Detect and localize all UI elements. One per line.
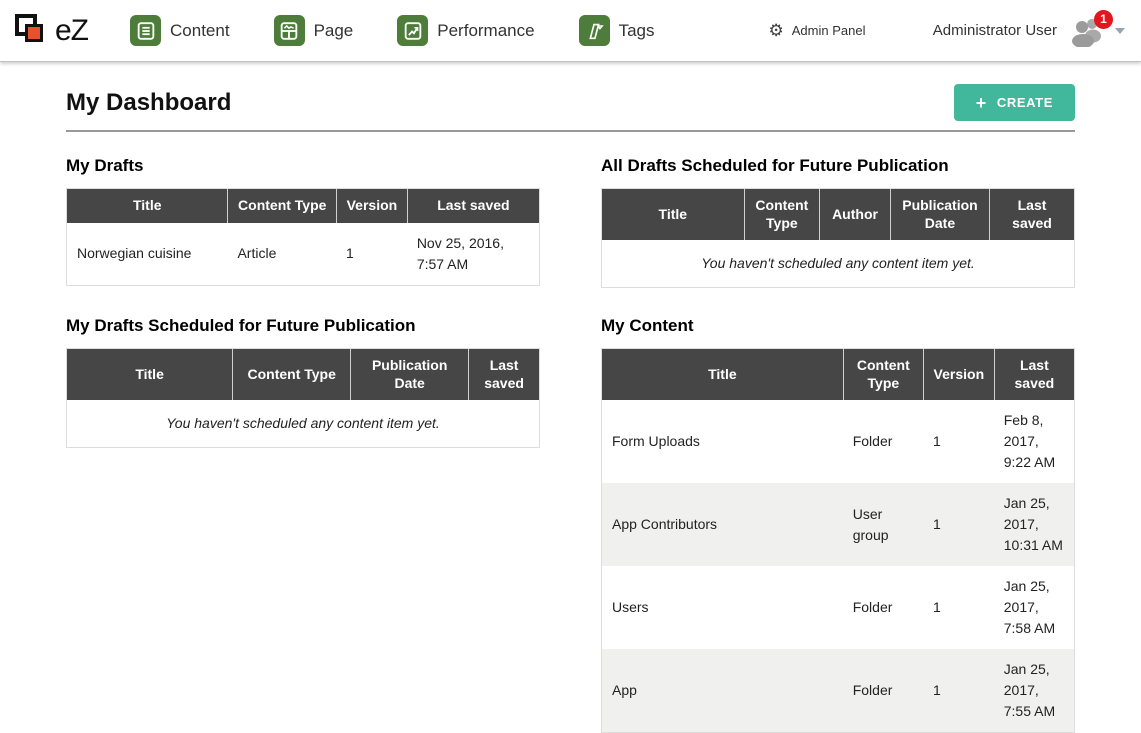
table-cell: Nov 25, 2016, 7:57 AM bbox=[407, 223, 539, 285]
empty-message: You haven't scheduled any content item y… bbox=[67, 400, 539, 447]
page-icon bbox=[274, 15, 305, 46]
column-header: Content Type bbox=[227, 189, 336, 223]
nav-label-performance: Performance bbox=[437, 21, 534, 41]
avatar[interactable]: 1 bbox=[1069, 15, 1105, 47]
column-header: Version bbox=[923, 349, 994, 400]
section-heading: My Drafts Scheduled for Future Publicati… bbox=[66, 316, 540, 336]
table-row[interactable]: AppFolder1Jan 25, 2017, 7:55 AM bbox=[602, 649, 1074, 732]
notification-badge[interactable]: 1 bbox=[1094, 10, 1113, 29]
section-heading: My Drafts bbox=[66, 156, 540, 176]
section-my-content: My Content TitleContent TypeVersionLast … bbox=[601, 316, 1075, 733]
table-cell: App bbox=[602, 649, 843, 732]
column-header: Content Type bbox=[843, 349, 923, 400]
my-content-table: TitleContent TypeVersionLast savedForm U… bbox=[601, 348, 1075, 733]
create-button[interactable]: + CREATE bbox=[954, 84, 1075, 121]
create-button-label: CREATE bbox=[997, 95, 1053, 110]
user-name: Administrator User bbox=[933, 22, 1057, 39]
table-cell: 1 bbox=[336, 223, 407, 285]
nav-label-page: Page bbox=[314, 21, 354, 41]
table-row[interactable]: App ContributorsUser group1Jan 25, 2017,… bbox=[602, 483, 1074, 566]
table-row[interactable]: Form UploadsFolder1Feb 8, 2017, 9:22 AM bbox=[602, 400, 1074, 483]
gear-icon: ⚙ bbox=[769, 22, 784, 39]
column-header: Content Type bbox=[744, 189, 820, 240]
empty-row: You haven't scheduled any content item y… bbox=[602, 240, 1074, 287]
user-menu[interactable]: Administrator User 1 bbox=[933, 15, 1125, 47]
column-header: Last saved bbox=[989, 189, 1074, 240]
admin-panel-menu[interactable]: ⚙ Admin Panel bbox=[769, 22, 866, 39]
table-header-row: TitleContent TypePublication DateLast sa… bbox=[67, 349, 539, 400]
table-cell: Article bbox=[227, 223, 336, 285]
table-cell: Jan 25, 2017, 10:31 AM bbox=[994, 483, 1074, 566]
table-cell: Folder bbox=[843, 400, 923, 483]
column-header: Title bbox=[602, 349, 843, 400]
ez-logo-text: eZ bbox=[55, 14, 88, 48]
nav-label-content: Content bbox=[170, 21, 230, 41]
nav-item-performance[interactable]: Performance bbox=[397, 15, 534, 46]
column-header: Last saved bbox=[468, 349, 539, 400]
table-cell: Jan 25, 2017, 7:55 AM bbox=[994, 649, 1074, 732]
nav-item-page[interactable]: Page bbox=[274, 15, 354, 46]
ez-logo-icon bbox=[14, 12, 51, 49]
all-drafts-scheduled-table: TitleContent TypeAuthorPublication DateL… bbox=[601, 188, 1075, 288]
table-header-row: TitleContent TypeAuthorPublication DateL… bbox=[602, 189, 1074, 240]
page-header: My Dashboard + CREATE bbox=[66, 84, 1075, 132]
column-header: Last saved bbox=[407, 189, 539, 223]
table-header-row: TitleContent TypeVersionLast saved bbox=[67, 189, 539, 223]
content-icon bbox=[130, 15, 161, 46]
column-header: Publication Date bbox=[350, 349, 468, 400]
admin-panel-label: Admin Panel bbox=[792, 23, 866, 38]
table-cell: Form Uploads bbox=[602, 400, 843, 483]
page-title: My Dashboard bbox=[66, 89, 231, 117]
top-bar: eZ Content Pag bbox=[0, 0, 1141, 62]
nav-item-tags[interactable]: Tags bbox=[579, 15, 655, 46]
column-header: Author bbox=[819, 189, 890, 240]
table-cell: Feb 8, 2017, 9:22 AM bbox=[994, 400, 1074, 483]
table-cell: Folder bbox=[843, 649, 923, 732]
table-cell: Jan 25, 2017, 7:58 AM bbox=[994, 566, 1074, 649]
table-cell: 1 bbox=[923, 649, 994, 732]
column-header: Publication Date bbox=[890, 189, 989, 240]
column-header: Version bbox=[336, 189, 407, 223]
my-drafts-table: TitleContent TypeVersionLast savedNorweg… bbox=[66, 188, 540, 286]
main-nav: Content Page Performance bbox=[130, 15, 699, 46]
performance-icon bbox=[397, 15, 428, 46]
nav-label-tags: Tags bbox=[619, 21, 655, 41]
dashboard-main: My Dashboard + CREATE My Drafts TitleCon… bbox=[0, 84, 1141, 733]
empty-row: You haven't scheduled any content item y… bbox=[67, 400, 539, 447]
column-header: Title bbox=[67, 189, 227, 223]
section-heading: All Drafts Scheduled for Future Publicat… bbox=[601, 156, 1075, 176]
table-cell: Users bbox=[602, 566, 843, 649]
column-header: Title bbox=[602, 189, 744, 240]
table-cell: Norwegian cuisine bbox=[67, 223, 227, 285]
table-cell: 1 bbox=[923, 400, 994, 483]
tags-icon bbox=[579, 15, 610, 46]
table-cell: App Contributors bbox=[602, 483, 843, 566]
table-header-row: TitleContent TypeVersionLast saved bbox=[602, 349, 1074, 400]
ez-logo[interactable]: eZ bbox=[14, 12, 88, 49]
table-cell: Folder bbox=[843, 566, 923, 649]
table-row[interactable]: Norwegian cuisineArticle1Nov 25, 2016, 7… bbox=[67, 223, 539, 285]
section-my-drafts-scheduled: My Drafts Scheduled for Future Publicati… bbox=[66, 316, 540, 733]
plus-icon: + bbox=[976, 97, 987, 109]
column-header: Content Type bbox=[232, 349, 350, 400]
section-my-drafts: My Drafts TitleContent TypeVersionLast s… bbox=[66, 156, 540, 288]
empty-message: You haven't scheduled any content item y… bbox=[602, 240, 1074, 287]
dashboard-grid: My Drafts TitleContent TypeVersionLast s… bbox=[66, 156, 1075, 733]
column-header: Title bbox=[67, 349, 232, 400]
table-cell: User group bbox=[843, 483, 923, 566]
section-heading: My Content bbox=[601, 316, 1075, 336]
my-drafts-scheduled-table: TitleContent TypePublication DateLast sa… bbox=[66, 348, 540, 448]
section-all-drafts-scheduled: All Drafts Scheduled for Future Publicat… bbox=[601, 156, 1075, 288]
chevron-down-icon[interactable] bbox=[1115, 28, 1125, 34]
table-cell: 1 bbox=[923, 566, 994, 649]
nav-item-content[interactable]: Content bbox=[130, 15, 230, 46]
column-header: Last saved bbox=[994, 349, 1074, 400]
table-cell: 1 bbox=[923, 483, 994, 566]
table-row[interactable]: UsersFolder1Jan 25, 2017, 7:58 AM bbox=[602, 566, 1074, 649]
